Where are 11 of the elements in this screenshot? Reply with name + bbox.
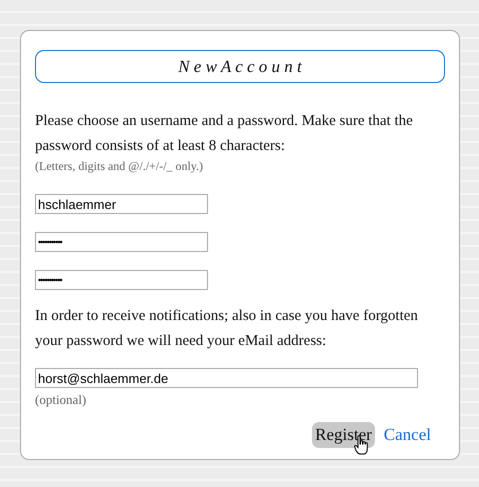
password-field[interactable]: •••••••••••: [35, 232, 208, 252]
instructions-text: Please choose an username and a password. Make sure that the password consists of at least 8 characters:: [35, 112, 414, 156]
dialog-title: N e w A c c o u n t: [35, 50, 445, 83]
password-field[interactable]: •••••••••••: [35, 270, 208, 290]
email-explanation-text: In order to receive notifications; also in case you have forgotten your password we will need your eMail address:: [35, 307, 419, 351]
register-button[interactable]: Register: [312, 422, 375, 448]
username-field[interactable]: hschlaemmer: [35, 194, 208, 214]
cancel-link[interactable]: Cancel: [384, 425, 431, 445]
optional-note: (optional): [35, 392, 88, 408]
allowed-characters-hint: (Letters, digits and @/./+/-/_ only.): [35, 159, 204, 174]
email-field[interactable]: horst@schlaemmer.de: [35, 368, 418, 388]
